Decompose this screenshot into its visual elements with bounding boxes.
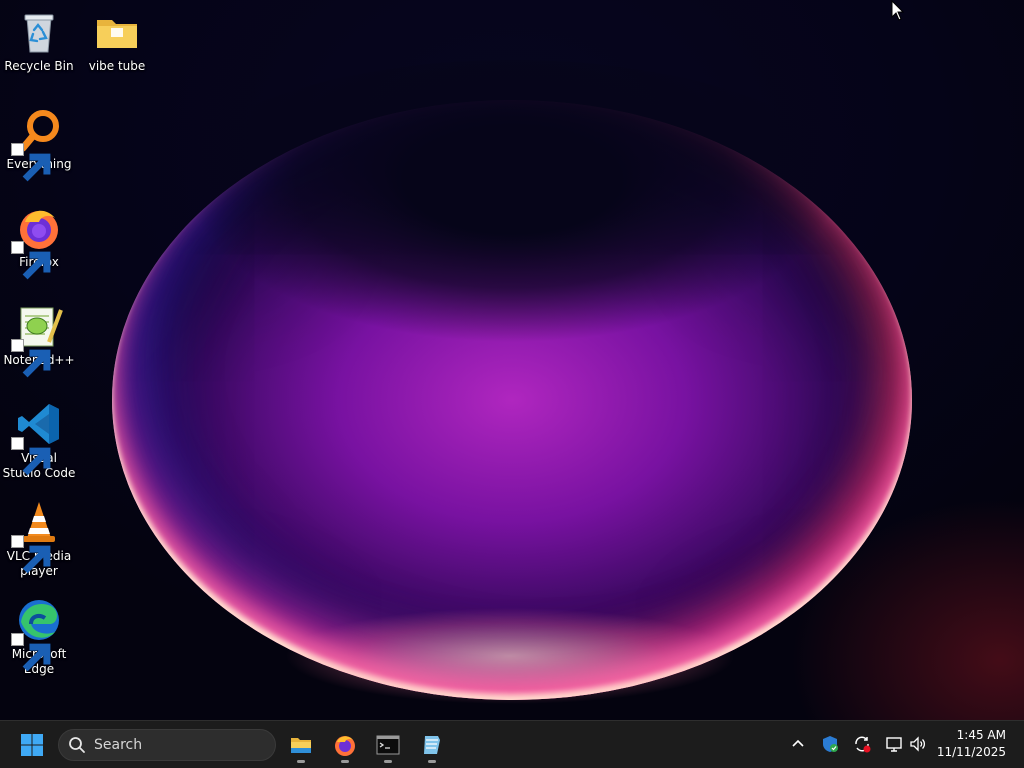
shortcut-arrow-icon xyxy=(11,535,51,574)
recycle-bin-icon xyxy=(15,8,63,56)
taskbar: Search 1:45 AM 11/11/2025 xyxy=(0,720,1024,768)
vlc-icon xyxy=(11,498,63,574)
everything-search-icon xyxy=(11,106,63,182)
desktop-icon-firefox[interactable]: Firefox xyxy=(1,198,77,280)
firefox-icon xyxy=(335,736,355,756)
folder-icon xyxy=(93,8,141,56)
windows-start-icon xyxy=(21,734,43,756)
shortcut-arrow-icon xyxy=(11,143,51,182)
tray-sync[interactable] xyxy=(851,733,873,755)
tray-windows-security[interactable] xyxy=(819,733,841,755)
shortcut-arrow-icon xyxy=(11,339,51,378)
shortcut-arrow-icon xyxy=(11,241,51,280)
firefox-icon xyxy=(11,204,63,280)
desktop-icon-vscode[interactable]: Visual Studio Code xyxy=(1,394,77,481)
desktop-wallpaper xyxy=(0,0,1024,720)
desktop-icon-recycle-bin[interactable]: Recycle Bin xyxy=(1,2,77,74)
taskbar-app-notepad[interactable] xyxy=(412,725,452,765)
file-explorer-icon xyxy=(291,738,311,753)
running-indicator xyxy=(384,760,392,763)
search-icon xyxy=(69,737,85,753)
clock-date: 11/11/2025 xyxy=(936,745,1006,759)
shortcut-arrow-icon xyxy=(11,437,51,476)
running-indicator xyxy=(297,760,305,763)
desktop-icon-notepad-plus-plus[interactable]: Notepad++ xyxy=(1,296,77,378)
taskbar-app-firefox[interactable] xyxy=(325,725,365,765)
start-button[interactable] xyxy=(12,725,52,765)
edge-icon xyxy=(11,596,63,672)
volume-icon xyxy=(910,736,926,752)
mouse-cursor-icon xyxy=(891,0,905,21)
wallpaper-shade xyxy=(150,60,874,360)
tray-network[interactable] xyxy=(883,733,905,755)
taskbar-search-box[interactable]: Search xyxy=(58,729,276,761)
sync-icon xyxy=(855,736,871,753)
vscode-icon xyxy=(11,400,63,476)
chevron-up-icon xyxy=(792,739,804,747)
wallpaper-glow xyxy=(230,590,790,710)
windows-security-icon xyxy=(823,736,838,752)
desktop-icon-label: Recycle Bin xyxy=(4,59,74,73)
clock-time: 1:45 AM xyxy=(956,728,1006,742)
tray-volume[interactable] xyxy=(907,733,929,755)
taskbar-app-file-explorer[interactable] xyxy=(281,725,321,765)
terminal-icon xyxy=(376,735,400,755)
notepad-icon xyxy=(424,736,440,754)
desktop-icon-label: vibe tube xyxy=(88,59,146,73)
desktop-icon-everything[interactable]: Everything xyxy=(1,100,77,182)
taskbar-app-terminal[interactable] xyxy=(368,725,408,765)
running-indicator xyxy=(428,760,436,763)
desktop-icon-vlc[interactable]: VLC media player xyxy=(1,492,77,579)
desktop-icon-vibe-tube[interactable]: vibe tube xyxy=(79,2,155,74)
search-placeholder: Search xyxy=(94,737,143,753)
running-indicator xyxy=(341,760,349,763)
show-hidden-icons-button[interactable] xyxy=(787,733,809,755)
desktop-icon-edge[interactable]: Microsoft Edge xyxy=(1,590,77,677)
network-icon xyxy=(886,737,902,752)
notepad-plus-plus-icon xyxy=(11,302,63,378)
shortcut-arrow-icon xyxy=(11,633,51,672)
taskbar-clock[interactable]: 1:45 AM 11/11/2025 xyxy=(937,727,1006,761)
